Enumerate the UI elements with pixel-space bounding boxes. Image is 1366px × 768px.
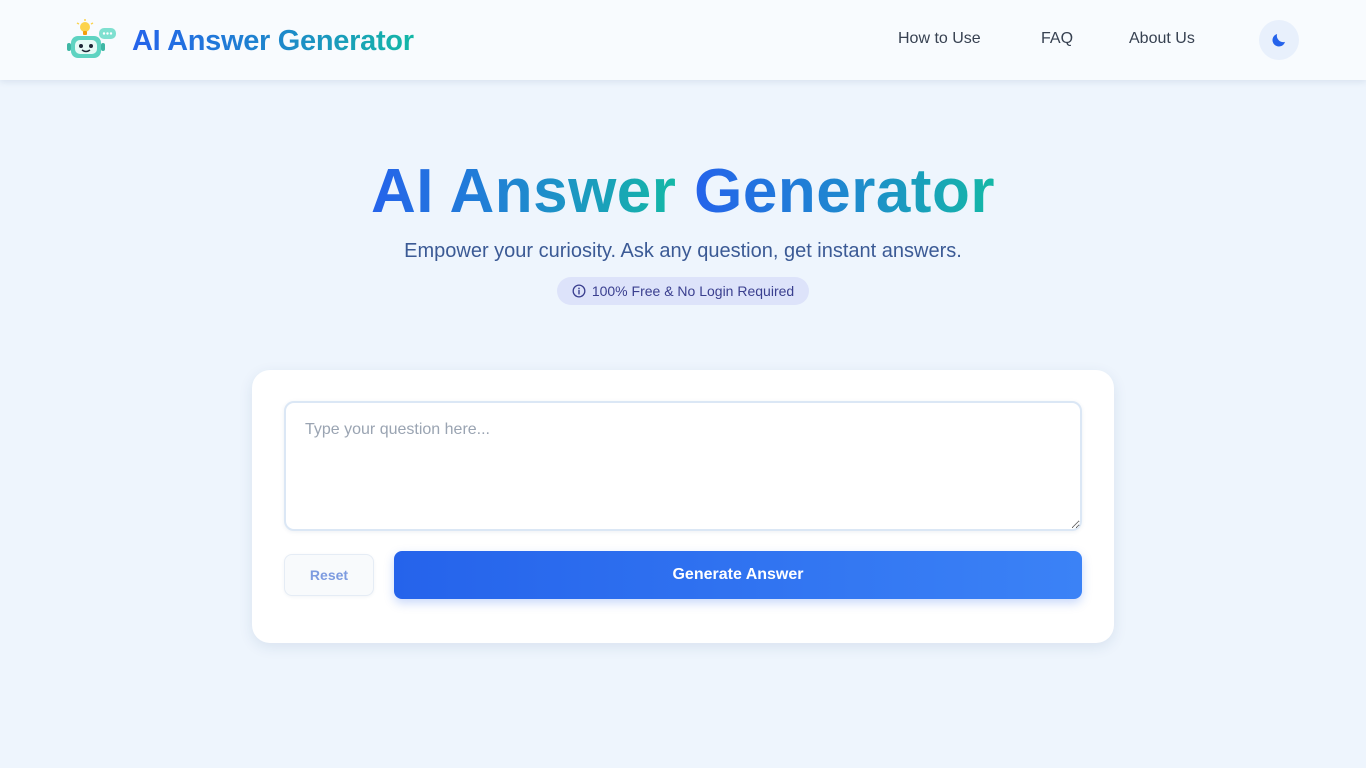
title-part-2: Generator — [694, 157, 995, 226]
question-input[interactable] — [284, 401, 1082, 531]
moon-icon — [1272, 34, 1285, 47]
nav-about-us[interactable]: About Us — [1129, 30, 1195, 48]
nav-faq[interactable]: FAQ — [1041, 30, 1073, 48]
site-header: AI Answer Generator How to Use FAQ About… — [0, 0, 1366, 80]
free-badge: 100% Free & No Login Required — [557, 277, 809, 305]
page-subtitle: Empower your curiosity. Ask any question… — [404, 240, 962, 262]
generate-answer-button[interactable]: Generate Answer — [394, 551, 1082, 599]
badge-label: 100% Free & No Login Required — [591, 283, 795, 299]
main-nav: How to Use FAQ About Us — [0, 0, 1366, 80]
page-title: AI Answer Generator — [0, 156, 1366, 227]
reset-button[interactable]: Reset — [284, 554, 374, 596]
theme-toggle-button[interactable] — [1259, 20, 1299, 60]
info-icon — [572, 284, 586, 298]
title-part-1: AI Answer — [371, 157, 677, 226]
question-card: Reset Generate Answer — [252, 370, 1114, 643]
nav-how-to-use[interactable]: How to Use — [898, 30, 981, 48]
